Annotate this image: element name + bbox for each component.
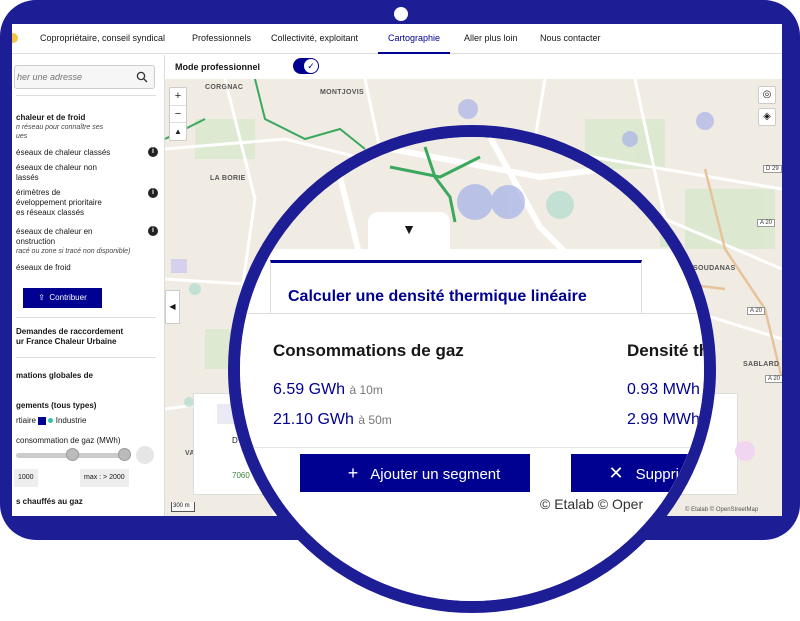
close-icon: ✕ — [608, 463, 624, 483]
road-badge: A 20 — [765, 375, 782, 383]
gas-consumption-label: consommation de gaz (MWh) — [16, 436, 121, 445]
layer-reseaux-non-classes[interactable]: éseaux de chaleur non — [16, 163, 97, 172]
tab-divider — [240, 313, 704, 314]
density-value-10m: 0.93 MWh — [627, 381, 700, 398]
contribuer-label: Contribuer — [49, 293, 87, 302]
layers-section-title: chaleur et de froid — [16, 113, 86, 122]
address-search[interactable] — [14, 65, 155, 89]
magnified-attribution[interactable]: © Etalab © Oper — [540, 496, 643, 512]
contribuer-button[interactable]: ⇪ Contribuer — [23, 288, 102, 308]
max-range-value[interactable]: max : > 2000 — [80, 469, 129, 487]
brain-icon[interactable] — [735, 441, 755, 461]
layers-hint-2: ues — [16, 133, 28, 140]
gas-value: 6.59 GWh — [273, 381, 346, 398]
add-segment-button[interactable]: + Ajouter un segment — [300, 454, 530, 492]
nav-item-aller-plus-loin[interactable]: Aller plus loin — [464, 33, 518, 43]
place-label: CORGNAC — [205, 84, 244, 91]
add-segment-label: Ajouter un segment — [370, 466, 501, 483]
layers-icon[interactable]: ◈ — [758, 108, 776, 126]
info-icon[interactable]: i — [148, 226, 158, 236]
delete-label: Supprim — [635, 466, 692, 483]
nav-item-collectivite[interactable]: Collectivité, exploitant — [271, 33, 358, 43]
consommations-title: mations globales de — [16, 371, 93, 380]
industrie-dot-icon — [48, 418, 54, 424]
nav-item-professionnels[interactable]: Professionnels — [192, 33, 251, 43]
layer-en-construction-2: onstruction — [16, 237, 56, 246]
place-label: MONTJOVIS — [320, 89, 364, 96]
zoom-control: + − ▲ — [169, 87, 187, 141]
road-badge: A 20 — [747, 307, 766, 315]
demandes-title-2: ur France Chaleur Urbaine — [16, 337, 117, 346]
layer-en-construction[interactable]: éseaux de chaleur en — [16, 227, 93, 236]
density-tab-title[interactable]: Calculer une densité thermique linéaire — [288, 288, 587, 306]
gas-heated-label: s chauffés au gaz — [16, 497, 83, 506]
sidebar: chaleur et de froid n réseau pour connaî… — [12, 55, 165, 516]
road-badge: D 29 — [763, 165, 782, 173]
layer-reseaux-classes[interactable]: éseaux de chaleur classés — [16, 148, 110, 157]
gas-value: 21.10 GWh — [273, 411, 354, 428]
density-heading: Densité th — [627, 341, 704, 360]
layer-perimetres-2: éveloppement prioritaire — [16, 198, 102, 207]
magnified-view: ▼ Calculer une densité thermique linéair… — [240, 137, 704, 601]
layer-en-construction-hint: racé ou zone si tracé non disponible) — [16, 248, 131, 255]
delete-button[interactable]: ✕ Supprim — [571, 454, 704, 492]
collapse-sidebar-button[interactable]: ◀ — [165, 290, 180, 324]
density-value-50m: 2.99 MWh — [627, 411, 700, 428]
sidebar-divider — [16, 95, 156, 96]
layer-perimetres[interactable]: érimètres de — [16, 188, 60, 197]
place-label: SABLARD — [743, 361, 780, 368]
geolocate-icon[interactable]: ◎ — [758, 86, 776, 104]
gas-value-50m: 21.10 GWh à 50m — [273, 411, 392, 429]
min-range-value[interactable]: 1000 — [14, 469, 38, 487]
upload-icon: ⇪ — [38, 293, 45, 302]
plus-icon: + — [347, 463, 359, 483]
camera-dot — [394, 7, 408, 21]
mode-bar: Mode professionnel ✓ — [165, 55, 782, 79]
top-navigation: Copropriétaire, conseil syndical Profess… — [12, 24, 782, 54]
slider-min-handle[interactable] — [66, 448, 79, 461]
map-scale: 300 m — [171, 502, 195, 512]
layer-reseaux-non-classes-2: lassés — [16, 173, 39, 182]
info-icon[interactable]: i — [148, 188, 158, 198]
layer-perimetres-3: es réseaux classés — [16, 208, 85, 217]
search-input[interactable] — [17, 70, 127, 84]
mode-professionnel-toggle[interactable]: ✓ — [293, 58, 319, 74]
gas-distance: à 10m — [349, 383, 383, 397]
compass-icon[interactable]: ▲ — [170, 122, 186, 139]
industrie-label[interactable]: Industrie — [56, 416, 87, 425]
gas-distance: à 50m — [358, 413, 392, 427]
sidebar-divider — [16, 317, 156, 318]
active-tab-indicator — [378, 52, 450, 54]
tertiaire-checkbox[interactable] — [38, 416, 47, 425]
search-icon[interactable] — [136, 71, 148, 83]
slider-extra-handle[interactable] — [136, 446, 154, 464]
gas-value-10m: 6.59 GWh à 10m — [273, 381, 383, 399]
nav-item-coproprietaire[interactable]: Copropriétaire, conseil syndical — [40, 33, 165, 43]
gas-consumption-heading: Consommations de gaz — [273, 341, 464, 360]
tertiaire-label: rtiaire — [16, 416, 37, 425]
magnifier-lens: ▼ Calculer une densité thermique linéair… — [228, 125, 716, 613]
magnified-map — [240, 137, 704, 257]
road-badge: A 20 — [757, 219, 776, 227]
logements-label[interactable]: gements (tous types) — [16, 401, 96, 410]
mode-professionnel-label: Mode professionnel — [175, 62, 261, 72]
nav-item-nous-contacter[interactable]: Nous contacter — [540, 33, 601, 43]
layer-reseaux-froid[interactable]: éseaux de froid — [16, 263, 71, 272]
logo-icon — [12, 33, 18, 43]
layers-hint: n réseau pour connaître ses — [16, 124, 104, 131]
demandes-title[interactable]: Demandes de raccordement — [16, 327, 123, 336]
panel-toggle-handle[interactable]: ▼ — [368, 212, 450, 252]
tertiaire-filter[interactable]: rtiaire Industrie — [16, 416, 86, 425]
sidebar-divider — [16, 357, 156, 358]
zoom-in-button[interactable]: + — [170, 88, 186, 105]
info-icon[interactable]: i — [148, 147, 158, 157]
slider-max-handle[interactable] — [118, 448, 131, 461]
zoom-out-button[interactable]: − — [170, 105, 186, 122]
check-icon: ✓ — [304, 59, 318, 73]
nav-item-cartographie[interactable]: Cartographie — [388, 33, 440, 43]
